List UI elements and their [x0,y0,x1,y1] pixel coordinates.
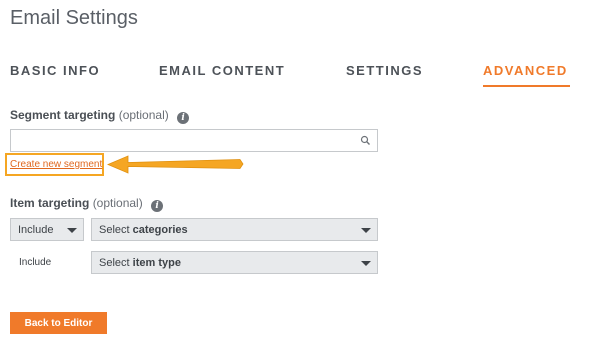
tab-advanced[interactable]: ADVANCED [483,63,568,78]
include-text: Include [19,257,52,268]
tab-basic-info[interactable]: BASIC INFO [10,63,100,78]
callout-arrow-icon [106,155,244,174]
item-type-select[interactable]: Select item type [91,251,378,274]
tab-settings[interactable]: SETTINGS [346,63,423,78]
create-new-segment-link[interactable]: Create new segment [10,159,102,170]
include-select-value: Include [18,224,54,236]
tab-email-content[interactable]: EMAIL CONTENT [159,63,285,78]
item-targeting-optional: (optional) [92,196,143,210]
categories-select-value: Select categories [99,224,188,236]
segment-search-field[interactable] [10,129,378,152]
create-segment-highlight: Create new segment [5,153,104,176]
item-targeting-title: Item targeting [10,196,90,210]
page-title: Email Settings [10,7,138,29]
chevron-down-icon [361,228,371,233]
segment-search-input[interactable] [11,130,363,151]
chevron-down-icon [361,261,371,266]
chevron-down-icon [67,228,77,233]
active-tab-underline [483,85,570,87]
segment-targeting-optional: (optional) [118,108,169,122]
tab-bar: BASIC INFO EMAIL CONTENT SETTINGS ADVANC… [10,63,580,87]
back-to-editor-button[interactable]: Back to Editor [10,312,107,334]
include-select[interactable]: Include [10,218,84,241]
search-icon [360,135,370,145]
segment-targeting-label: Segment targeting (optional) i [10,108,190,124]
info-icon[interactable]: i [151,200,164,212]
info-icon[interactable]: i [177,112,190,124]
item-targeting-label: Item targeting (optional) i [10,196,164,212]
item-type-select-value: Select item type [99,257,181,269]
categories-select[interactable]: Select categories [91,218,378,241]
segment-targeting-title: Segment targeting [10,108,116,122]
